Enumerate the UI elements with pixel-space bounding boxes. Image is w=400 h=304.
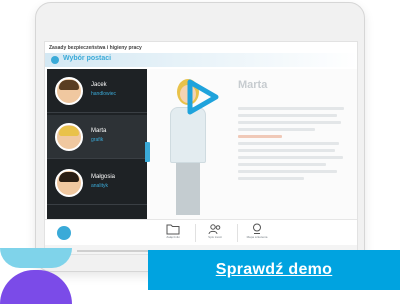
text-line	[238, 114, 337, 117]
text-line	[238, 149, 335, 152]
bottom-toolbar: Załączniki Spis treści Mapa szkolenia	[45, 219, 357, 245]
character-name: Małgosia	[91, 174, 116, 180]
video-play-button[interactable]	[182, 77, 222, 117]
character-title: Marta	[238, 79, 268, 91]
character-name: Marta	[91, 128, 107, 134]
toolbar-label: Załączniki	[166, 235, 180, 239]
section-icon	[51, 56, 59, 64]
character-role: handlowiec	[91, 91, 117, 97]
character-item-malgosia[interactable]: Małgosia analityk	[47, 161, 147, 205]
course-screen: Zasady bezpieczeństwa i higieny pracy Wy…	[44, 41, 358, 255]
decorative-half-circle-blue	[0, 248, 72, 268]
location-pin-icon	[253, 223, 261, 234]
character-item-marta[interactable]: Marta grafik	[47, 115, 147, 159]
text-line	[238, 170, 337, 173]
text-line-highlight	[238, 135, 282, 138]
avatar	[55, 77, 83, 105]
hair-shape	[59, 126, 79, 136]
decorative-half-circle-purple	[0, 270, 72, 304]
contents-button[interactable]: Spis treści	[195, 223, 235, 245]
avatar	[55, 169, 83, 197]
figure-legs	[176, 163, 200, 215]
play-icon	[187, 79, 219, 115]
attachments-button[interactable]: Załączniki	[153, 223, 193, 245]
text-line	[238, 128, 315, 131]
folder-icon	[166, 224, 180, 235]
text-line	[238, 107, 344, 110]
avatar	[55, 123, 83, 151]
people-icon	[208, 224, 221, 235]
text-line	[238, 142, 340, 145]
section-header-bar: Wybór postaci	[45, 53, 357, 67]
character-name: Jacek	[91, 82, 107, 88]
course-title: Zasady bezpieczeństwa i higieny pracy	[49, 45, 142, 51]
toolbar-label: Mapa szkolenia	[246, 235, 268, 239]
tablet-device-frame: Zasady bezpieczeństwa i higieny pracy Wy…	[35, 2, 365, 272]
text-line	[238, 121, 342, 124]
character-role: analityk	[91, 183, 108, 189]
character-item-jacek[interactable]: Jacek handlowiec	[47, 69, 147, 113]
section-title: Wybór postaci	[63, 55, 112, 62]
hair-shape	[59, 172, 79, 182]
try-demo-button[interactable]: Sprawdź demo	[148, 250, 400, 290]
character-list: Jacek handlowiec Marta grafik Małgosia a…	[47, 69, 147, 219]
course-map-button[interactable]: Mapa szkolenia	[237, 223, 277, 245]
home-icon[interactable]	[57, 226, 71, 240]
text-line	[238, 177, 304, 180]
character-role: grafik	[91, 137, 104, 143]
text-line	[238, 156, 343, 159]
hair-shape	[59, 80, 79, 90]
text-line	[238, 163, 326, 166]
description-text-block	[238, 107, 348, 184]
toolbar-label: Spis treści	[208, 235, 222, 239]
